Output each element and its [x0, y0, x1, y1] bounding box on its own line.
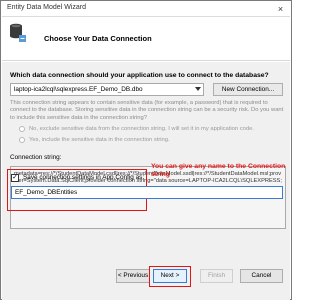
title-bar: Entity Data Model Wizard ×	[2, 2, 290, 17]
new-connection-button[interactable]: New Connection...	[213, 83, 283, 96]
save-settings-checkbox[interactable]: ✓	[11, 174, 19, 182]
radio-include-sensitive[interactable]	[19, 137, 25, 143]
wizard-footer	[2, 284, 290, 300]
connection-question: Which data connection should your applic…	[10, 72, 269, 79]
next-button[interactable]: Next >	[153, 269, 187, 283]
window-title: Entity Data Model Wizard	[7, 4, 86, 11]
database-wizard-icon	[8, 22, 28, 44]
entities-name-input[interactable]: EF_Demo_DBEntities	[11, 186, 283, 199]
sensitive-data-notice: This connection string appears to contai…	[10, 100, 284, 121]
wizard-window: Entity Data Model Wizard × Choose Your D…	[0, 0, 292, 300]
connection-string-label: Connection string:	[10, 154, 62, 161]
wizard-header: Choose Your Data Connection	[2, 17, 290, 61]
chevron-down-icon	[195, 87, 201, 91]
radio-exclude-sensitive[interactable]	[19, 126, 25, 132]
save-settings-label: Save connection settings in App.Config a…	[23, 174, 145, 181]
previous-button[interactable]: < Previous	[116, 269, 150, 283]
cancel-button[interactable]: Cancel	[240, 269, 283, 283]
radio-include-label: Yes, include the sensitive data in the c…	[29, 137, 170, 143]
connection-dropdown-value: laptop-ica2lcql\sqlexpress.EF_Demo_DB.db…	[14, 86, 143, 93]
connection-dropdown[interactable]: laptop-ica2lcql\sqlexpress.EF_Demo_DB.db…	[10, 83, 204, 96]
annotation-note: You can give any name to the Connection …	[151, 163, 286, 178]
finish-button[interactable]: Finish	[200, 269, 233, 283]
page-title: Choose Your Data Connection	[44, 34, 152, 43]
close-button[interactable]: ×	[275, 4, 286, 14]
radio-exclude-label: No, exclude sensitive data from the conn…	[29, 126, 254, 132]
